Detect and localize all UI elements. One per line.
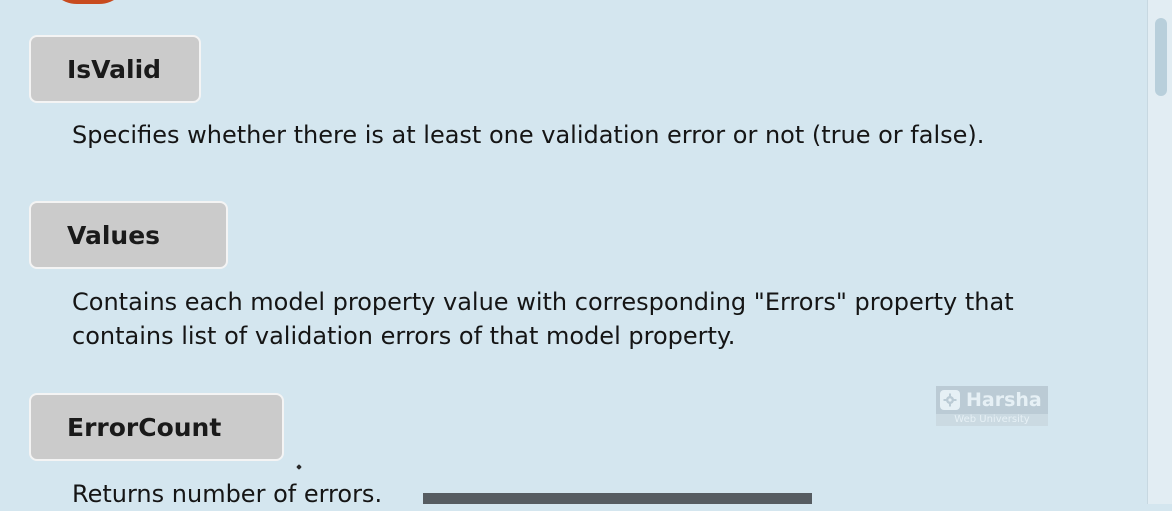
values-description: Contains each model property value with … xyxy=(72,288,1014,350)
values-label: Values xyxy=(67,220,161,250)
bottom-dark-bar xyxy=(423,493,812,504)
harsha-watermark-logo: Harsha Web University xyxy=(936,386,1048,426)
errorcount-label-box: ErrorCount xyxy=(29,393,284,461)
gear-icon xyxy=(940,390,960,410)
top-decorative-circle xyxy=(47,0,129,4)
values-label-box: Values xyxy=(29,201,228,269)
isvalid-description: Specifies whether there is at least one … xyxy=(72,121,985,149)
errorcount-label: ErrorCount xyxy=(67,412,222,442)
watermark-name: Harsha xyxy=(966,389,1042,411)
vertical-scrollbar[interactable] xyxy=(1147,0,1172,504)
scrollbar-thumb[interactable] xyxy=(1155,18,1167,96)
watermark-subtitle: Web University xyxy=(936,414,1048,426)
mouse-cursor xyxy=(296,464,302,470)
isvalid-label: IsValid xyxy=(67,54,162,84)
isvalid-label-box: IsValid xyxy=(29,35,201,103)
